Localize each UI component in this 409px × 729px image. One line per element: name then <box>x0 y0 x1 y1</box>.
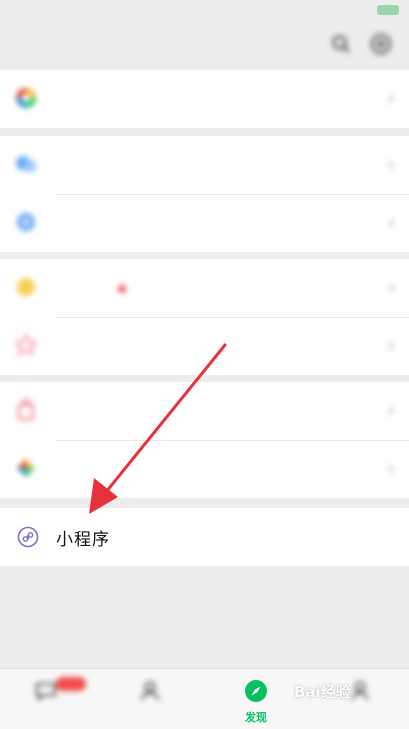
watermark: Bai经验 <box>294 683 351 701</box>
tab-discover-label: 发现 <box>245 711 267 724</box>
person-icon <box>352 681 368 701</box>
tab-discover[interactable]: 发现 <box>216 673 296 725</box>
chat-bubble-icon <box>36 683 56 701</box>
unread-badge <box>56 677 86 691</box>
contacts-icon <box>141 681 159 701</box>
tab-contacts[interactable] <box>110 673 190 725</box>
compass-icon <box>245 680 267 702</box>
tab-chats[interactable] <box>6 673 86 725</box>
annotation-arrow <box>89 343 227 514</box>
